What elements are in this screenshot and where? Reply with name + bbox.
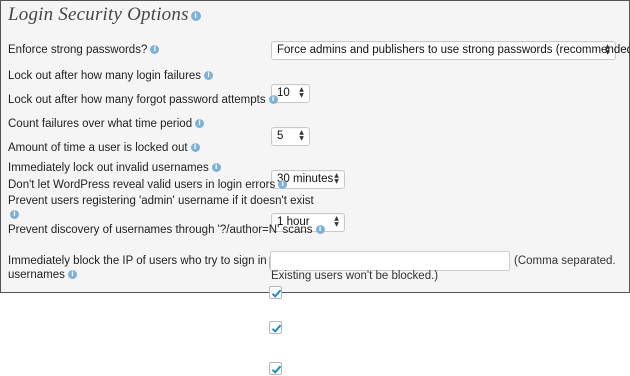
strong-passwords-select[interactable]: Force admins and publishers to use stron… (271, 41, 630, 60)
block-ip-help-line1: (Comma separated. (514, 255, 616, 267)
select-arrows-icon: ▲ ▼ (299, 129, 304, 142)
checkmark-icon (271, 289, 282, 298)
field-label-invalid-usernames: Immediately lock out invalid usernames i (8, 161, 221, 175)
info-icon[interactable]: i (268, 95, 278, 105)
info-icon[interactable]: i (211, 163, 221, 173)
field-label-time-period: Count failures over what time period i (8, 117, 205, 131)
field-label-author-scans: Prevent discovery of usernames through '… (8, 223, 325, 237)
admin-username-checkbox[interactable] (269, 321, 282, 334)
field-label-admin-username: Prevent users registering 'admin' userna… (8, 195, 314, 220)
info-icon[interactable]: i (204, 71, 214, 81)
info-icon[interactable]: i (195, 119, 205, 129)
info-icon[interactable]: i (278, 180, 288, 190)
info-icon[interactable]: i (67, 270, 77, 280)
field-label-block-ip-usernames: Immediately block the IP of users who tr… (8, 255, 314, 281)
select-arrows-icon: ▲ ▼ (605, 43, 610, 56)
author-scans-checkbox[interactable] (269, 362, 282, 375)
info-icon[interactable]: i (190, 143, 200, 153)
forgot-password-attempts-select[interactable]: 5 ▲ ▼ (271, 127, 310, 146)
info-icon[interactable]: i (190, 10, 201, 21)
checkmark-icon (271, 365, 282, 374)
field-label-lockout-duration: Amount of time a user is locked out i (8, 141, 200, 155)
section-title: Login Security Options i (8, 4, 201, 26)
block-ip-usernames-input[interactable] (270, 251, 510, 271)
select-arrows-icon: ▲ ▼ (334, 215, 339, 228)
login-security-panel: Login Security Options i Enforce strong p… (0, 0, 630, 375)
field-label-login-failures: Lock out after how many login failures i (8, 69, 214, 83)
field-label-reveal-valid-users: Don't let WordPress reveal valid users i… (8, 178, 288, 192)
info-icon[interactable]: i (150, 45, 160, 55)
field-label-strong-passwords: Enforce strong passwords? i (8, 43, 160, 57)
select-arrows-icon: ▲ ▼ (334, 172, 339, 185)
field-label-forgot-password-attempts: Lock out after how many forgot password … (8, 93, 278, 107)
section-title-text: Login Security Options (8, 4, 189, 25)
info-icon[interactable]: i (10, 210, 19, 220)
select-arrows-icon: ▲ ▼ (299, 86, 304, 99)
checkmark-icon (271, 324, 282, 333)
info-icon[interactable]: i (315, 225, 325, 235)
block-ip-help-line2: Existing users won't be blocked.) (271, 270, 439, 282)
